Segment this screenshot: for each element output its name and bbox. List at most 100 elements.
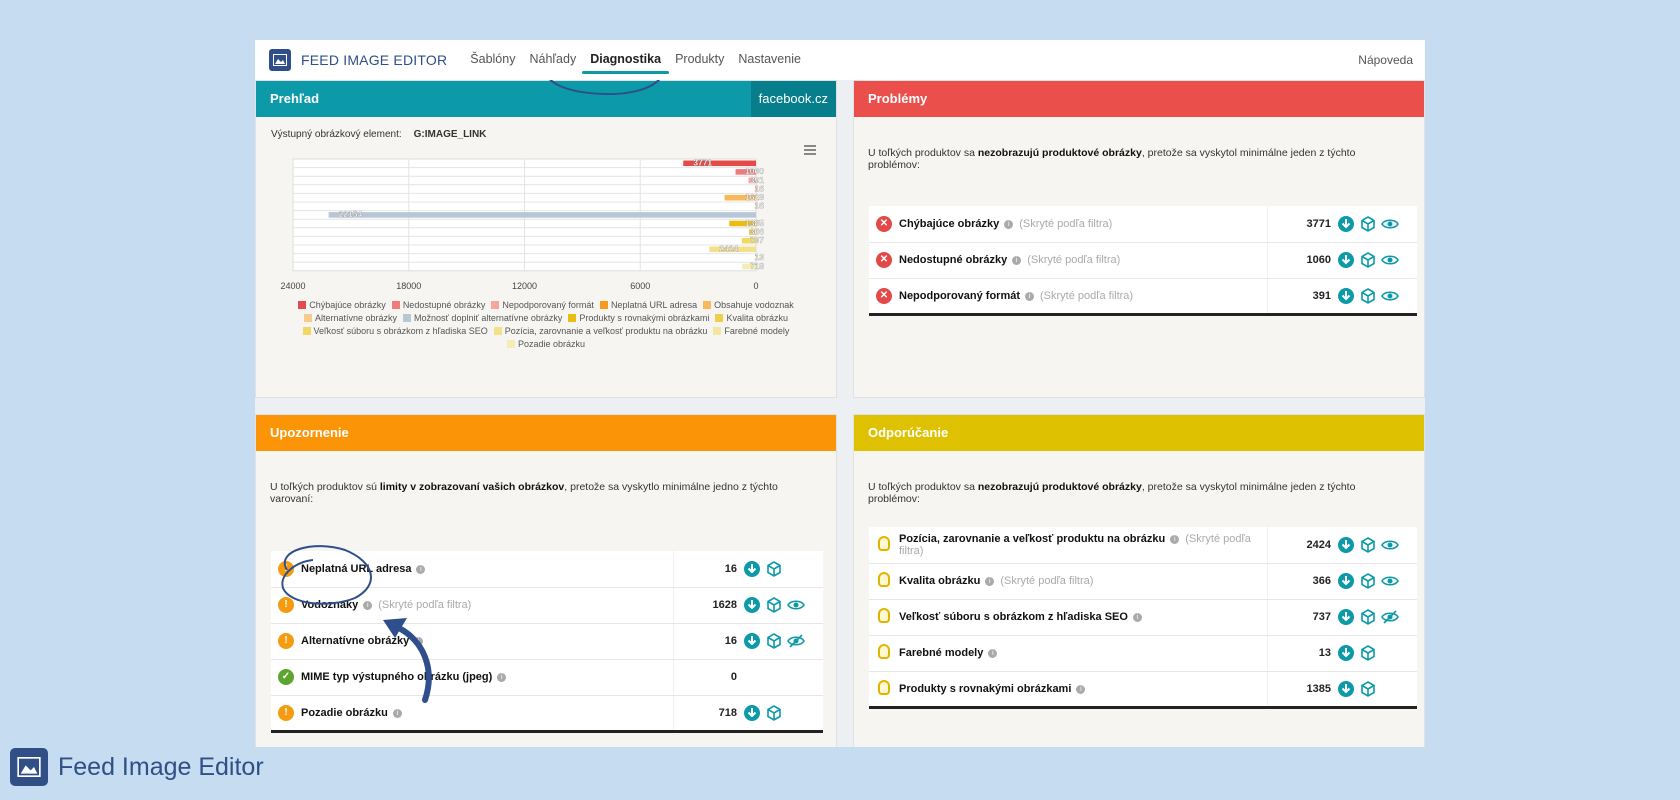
overview-panel: Prehľad facebook.cz Výstupný obrázkový e…: [255, 80, 837, 398]
download-icon[interactable]: [743, 596, 761, 614]
info-icon[interactable]: i: [1004, 219, 1014, 229]
table-row[interactable]: Pozícia, zarovnanie a veľkosť produktu n…: [869, 527, 1417, 564]
table-row[interactable]: ✕ Nedostupné obrázky i (Skryté podľa filtra…: [869, 242, 1417, 279]
warnings-table: ! Neplatná URL adresa i 16! Vodoznaky i (Skryt…: [271, 551, 823, 733]
table-row[interactable]: ! Alternatívne obrázky i 16: [271, 623, 823, 660]
info-icon[interactable]: i: [392, 708, 402, 718]
product-box-icon[interactable]: [1359, 572, 1377, 590]
download-icon[interactable]: [1337, 608, 1355, 626]
lightbulb-icon: [878, 644, 890, 659]
info-icon[interactable]: i: [414, 637, 424, 646]
warning-icon: !: [278, 560, 294, 577]
chart-tick-label: 12000: [512, 281, 537, 291]
product-box-icon[interactable]: [1359, 287, 1377, 305]
product-box-icon[interactable]: [1359, 215, 1377, 233]
info-icon[interactable]: i: [1025, 291, 1035, 301]
table-row[interactable]: Farebné modely i 13: [869, 635, 1417, 672]
download-icon[interactable]: [1337, 644, 1355, 662]
product-box-icon[interactable]: [1359, 536, 1377, 554]
legend-item[interactable]: Pozícia, zarovnanie a veľkosť produktu n…: [493, 325, 707, 338]
table-row[interactable]: Veľkosť súboru s obrázkom z hľadiska SEO…: [869, 599, 1417, 636]
legend-item[interactable]: Nedostupné obrázky: [391, 299, 485, 312]
recommend-description: U toľkých produktov sa nezobrazujú produ…: [868, 481, 1356, 505]
legend-item[interactable]: Kvalita obrázku: [715, 312, 788, 325]
legend-item[interactable]: Chýbajúce obrázky: [298, 299, 386, 312]
footer-brand: Feed Image Editor: [10, 748, 264, 786]
row-name: Kvalita obrázku: [899, 575, 981, 587]
download-icon[interactable]: [1337, 572, 1355, 590]
product-box-icon[interactable]: [765, 704, 783, 722]
product-box-icon[interactable]: [1359, 680, 1377, 698]
table-row[interactable]: ! Neplatná URL adresa i 16: [271, 551, 823, 588]
image-logo-icon: [269, 49, 291, 71]
nav-nastavenie[interactable]: Nastavenie: [738, 40, 801, 80]
download-icon[interactable]: [1337, 215, 1355, 233]
download-icon[interactable]: [1337, 287, 1355, 305]
info-icon[interactable]: i: [1076, 684, 1086, 694]
table-row[interactable]: ! Vodoznaky i (Skryté podľa filtra) 1628: [271, 587, 823, 624]
legend-item[interactable]: Neplatná URL adresa: [599, 299, 697, 312]
product-box-icon[interactable]: [1359, 644, 1377, 662]
product-box-icon[interactable]: [765, 632, 783, 650]
brand[interactable]: FEED IMAGE EDITOR: [269, 49, 447, 71]
info-icon[interactable]: i: [985, 577, 995, 586]
eye-icon[interactable]: [1381, 536, 1399, 554]
nav-produkty[interactable]: Produkty: [675, 40, 724, 80]
legend-item[interactable]: Farebné modely: [713, 325, 789, 338]
info-icon[interactable]: i: [1132, 613, 1142, 622]
download-icon[interactable]: [1337, 680, 1355, 698]
legend-item[interactable]: Obsahuje vodoznak: [703, 299, 794, 312]
table-row[interactable]: Produkty s rovnakými obrázkami i 1385: [869, 671, 1417, 709]
eye-off-icon[interactable]: [1381, 608, 1399, 626]
eye-off-icon[interactable]: [787, 632, 805, 650]
table-row[interactable]: Kvalita obrázku i (Skryté podľa filtra) 366: [869, 563, 1417, 600]
problems-header: Problémy: [854, 81, 1424, 117]
legend-item[interactable]: Veľkosť súboru s obrázkom z hľadiska SEO: [302, 325, 488, 338]
download-icon[interactable]: [743, 632, 761, 650]
legend-item[interactable]: Alternatívne obrázky: [304, 312, 397, 325]
chart-data-label: 718: [750, 261, 764, 271]
product-box-icon[interactable]: [765, 596, 783, 614]
help-link[interactable]: Nápoveda: [1358, 53, 1413, 67]
table-row[interactable]: ! Pozadie obrázku i 718: [271, 695, 823, 733]
product-box-icon[interactable]: [765, 560, 783, 578]
lightbulb-icon: [878, 679, 890, 695]
row-count: 3771: [1266, 206, 1337, 243]
table-row[interactable]: ✕ Chýbajúce obrázky i (Skryté podľa filtra)…: [869, 206, 1417, 243]
problems-description: U toľkých produktov sa nezobrazujú produ…: [868, 147, 1356, 171]
chart-data-label: 3771: [693, 158, 712, 168]
row-name: Chýbajúce obrázky: [899, 217, 1000, 230]
download-icon[interactable]: [1337, 251, 1355, 269]
legend-item[interactable]: Produkty s rovnakými obrázkami: [568, 312, 709, 325]
table-row[interactable]: ✕ Nepodporovaný formát i (Skryté podľa filt…: [869, 278, 1417, 316]
row-count: 1628: [672, 587, 743, 624]
info-icon[interactable]: i: [363, 601, 373, 610]
nav-nahlady[interactable]: Náhľady: [529, 40, 576, 80]
product-box-icon[interactable]: [1359, 251, 1377, 269]
eye-icon[interactable]: [1381, 287, 1399, 305]
eye-icon[interactable]: [787, 596, 805, 614]
info-icon[interactable]: i: [1170, 534, 1180, 544]
row-name: Nedostupné obrázky: [899, 254, 1008, 266]
nav-sablony[interactable]: Šablóny: [470, 40, 515, 80]
legend-item[interactable]: Možnosť doplniť alternatívne obrázky: [403, 312, 562, 325]
eye-icon[interactable]: [1381, 251, 1399, 269]
download-icon[interactable]: [743, 560, 761, 578]
info-icon[interactable]: i: [416, 564, 426, 574]
info-icon[interactable]: i: [497, 673, 507, 682]
product-box-icon[interactable]: [1359, 608, 1377, 626]
nav-diagnostika[interactable]: Diagnostika: [582, 40, 669, 80]
info-icon[interactable]: i: [988, 649, 998, 658]
legend-item[interactable]: Nepodporovaný formát: [491, 299, 594, 312]
chart-tick-label: 24000: [280, 281, 305, 291]
eye-icon[interactable]: [1381, 215, 1399, 233]
hidden-by-filter-label: (Skryté podľa filtra): [1027, 254, 1121, 266]
download-icon[interactable]: [1337, 536, 1355, 554]
info-icon[interactable]: i: [1012, 256, 1022, 265]
legend-item[interactable]: Pozadie obrázku: [506, 338, 585, 351]
chart-data-label: 22154: [339, 209, 363, 219]
eye-icon[interactable]: [1381, 572, 1399, 590]
table-row[interactable]: ✓ MIME typ výstupného obrázku (jpeg) i 0: [271, 659, 823, 696]
recommend-panel: Odporúčanie U toľkých produktov sa nezob…: [853, 414, 1425, 747]
download-icon[interactable]: [743, 704, 761, 722]
